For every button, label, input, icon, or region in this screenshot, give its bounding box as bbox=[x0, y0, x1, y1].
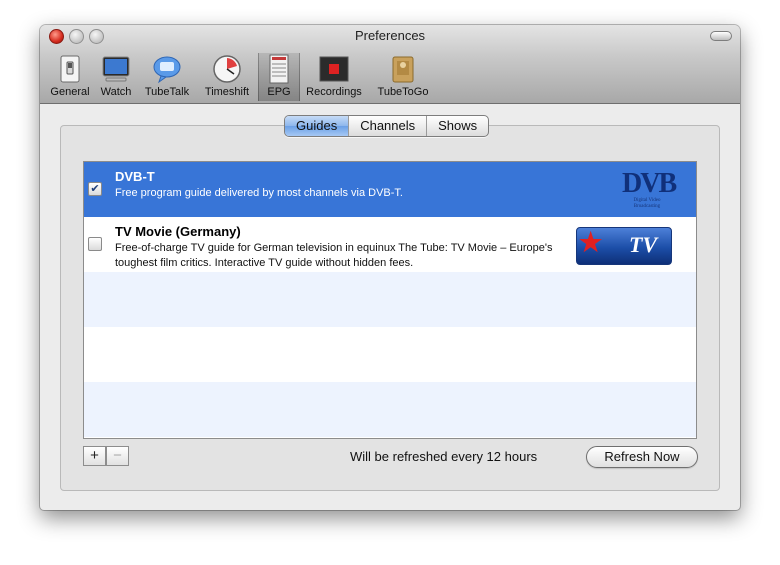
guide-list[interactable]: ✔ DVB-T Free program guide delivered by … bbox=[83, 161, 697, 439]
add-guide-button[interactable]: + bbox=[83, 446, 106, 466]
dvb-logo-subtext: Digital Video Broadcasting bbox=[633, 198, 661, 209]
list-item-tv-movie[interactable]: TV Movie (Germany) Free-of-charge TV gui… bbox=[84, 217, 696, 272]
package-icon bbox=[392, 56, 414, 83]
preferences-window: Preferences General Watch TubeTalk Times… bbox=[40, 25, 740, 510]
guide-list-icon bbox=[269, 54, 289, 84]
list-empty-row bbox=[84, 272, 696, 327]
gauge-icon bbox=[213, 55, 241, 83]
toolbar: Preferences General Watch TubeTalk Times… bbox=[40, 25, 740, 104]
tab-shows[interactable]: Shows bbox=[426, 116, 488, 136]
list-item-dvb-t[interactable]: ✔ DVB-T Free program guide delivered by … bbox=[84, 162, 696, 217]
list-empty-row bbox=[84, 382, 696, 437]
guide-description: Free-of-charge TV guide for German telev… bbox=[115, 242, 553, 269]
toolbar-label: Recordings bbox=[306, 86, 362, 98]
toolbar-item-general[interactable]: General bbox=[46, 53, 94, 101]
star-icon: ★ bbox=[579, 228, 603, 257]
toolbar-label: TubeTalk bbox=[144, 86, 190, 98]
toolbar-label: TubeToGo bbox=[377, 86, 429, 98]
dvb-logo-text: DVB bbox=[622, 168, 677, 199]
toolbar-item-timeshift[interactable]: Timeshift bbox=[198, 53, 256, 101]
guide-name: DVB-T bbox=[115, 169, 155, 184]
toolbar-item-epg[interactable]: EPG bbox=[258, 53, 300, 101]
chat-bubble-icon bbox=[153, 56, 181, 84]
refresh-now-button[interactable]: Refresh Now bbox=[586, 446, 698, 468]
guide-name: TV Movie (Germany) bbox=[115, 224, 241, 239]
dvb-logo: DVB Digital Video Broadcasting bbox=[622, 168, 677, 210]
tab-guides[interactable]: Guides bbox=[285, 116, 349, 136]
refresh-status-text: Will be refreshed every 12 hours bbox=[350, 449, 538, 464]
tab-channels[interactable]: Channels bbox=[348, 116, 426, 136]
toolbar-item-watch[interactable]: Watch bbox=[96, 53, 136, 101]
toolbar-label: General bbox=[50, 86, 90, 98]
tv-movie-logo: ★ TV Movie bbox=[576, 227, 672, 265]
tab-control: Guides Channels Shows bbox=[284, 115, 490, 137]
toolbar-item-recordings[interactable]: Recordings bbox=[302, 53, 366, 101]
list-empty-row bbox=[84, 327, 696, 382]
tv-movie-logo-text: TV Movie bbox=[629, 232, 658, 257]
toolbar-label: EPG bbox=[267, 86, 291, 98]
window-title: Preferences bbox=[354, 28, 426, 43]
guide-description: Free program guide delivered by most cha… bbox=[115, 187, 403, 199]
guide-checkbox[interactable]: ✔ bbox=[88, 182, 102, 196]
record-icon bbox=[319, 56, 349, 82]
remove-guide-button[interactable]: − bbox=[106, 446, 129, 466]
toolbar-toggle-button[interactable] bbox=[710, 31, 732, 41]
toolbar-label: Timeshift bbox=[204, 86, 250, 98]
monitor-icon bbox=[102, 56, 130, 82]
switch-icon bbox=[60, 55, 80, 83]
toolbar-item-tubetogo[interactable]: TubeToGo bbox=[370, 53, 436, 101]
guide-checkbox[interactable] bbox=[88, 237, 102, 251]
toolbar-label: Watch bbox=[100, 86, 132, 98]
toolbar-item-tubetalk[interactable]: TubeTalk bbox=[138, 53, 196, 101]
